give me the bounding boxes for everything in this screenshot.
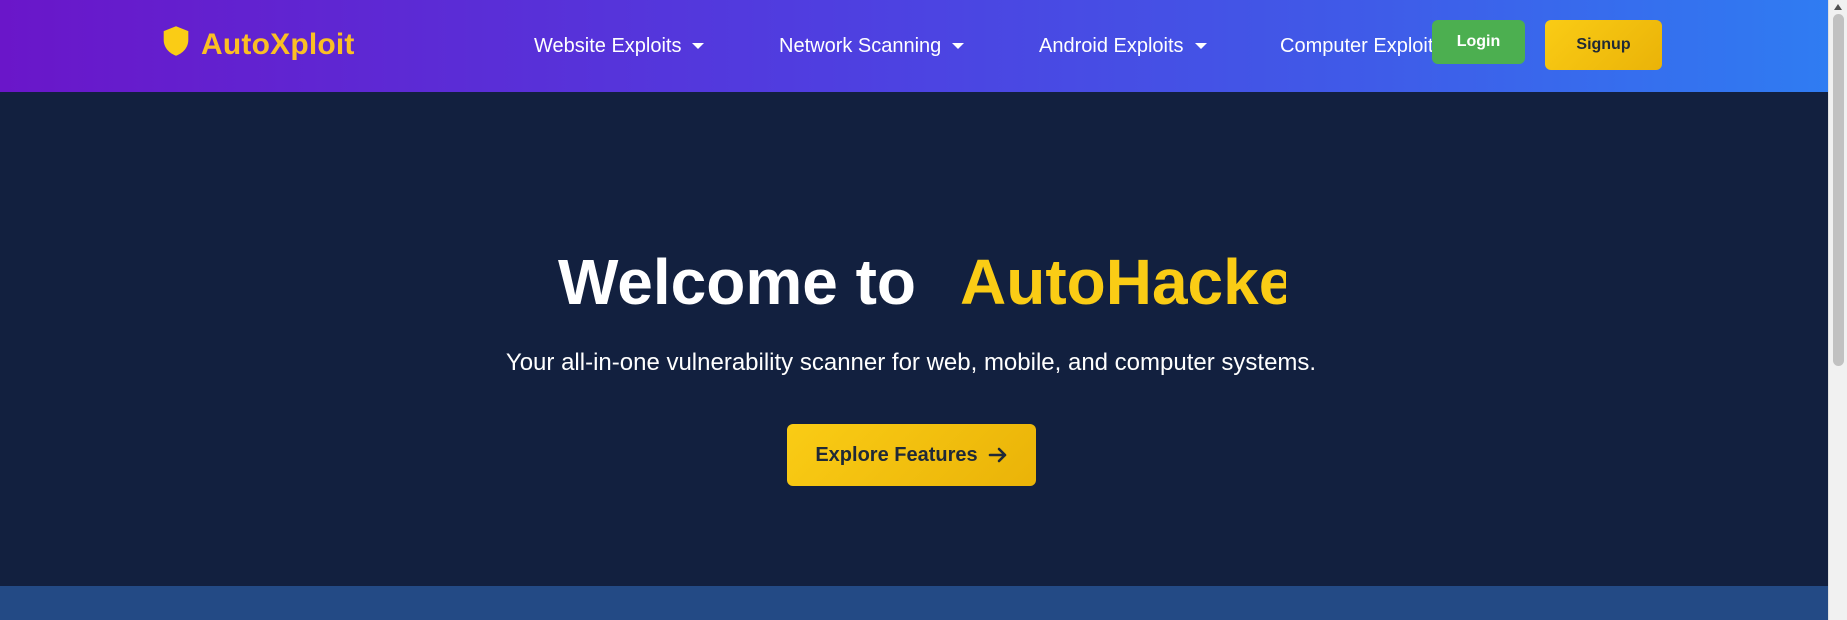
login-button[interactable]: Login — [1432, 20, 1525, 64]
scrollbar-thumb[interactable] — [1833, 14, 1844, 366]
nav-label: Computer Exploits — [1280, 34, 1444, 57]
caret-down-icon — [952, 43, 965, 49]
shield-icon — [161, 25, 191, 65]
hero-section: Welcome to AutoHacker Your all-in-one vu… — [0, 92, 1828, 586]
headline-accent: AutoHacker — [960, 246, 1286, 318]
next-section-edge — [0, 586, 1828, 620]
scroll-up-arrow-icon[interactable] — [1834, 4, 1842, 10]
nav-network-scanning[interactable]: Network Scanning — [779, 30, 965, 62]
nav-label: Android Exploits — [1039, 34, 1184, 57]
cta-label: Explore Features — [815, 443, 978, 466]
vertical-scrollbar[interactable] — [1828, 0, 1847, 620]
brand-name: AutoXploit — [201, 28, 355, 61]
explore-features-button[interactable]: Explore Features — [787, 424, 1036, 486]
page: AutoXploit Website Exploits Network Scan… — [0, 0, 1847, 620]
brand-logo[interactable]: AutoXploit — [161, 25, 355, 65]
headline-prefix: Welcome to — [558, 246, 916, 318]
arrow-right-icon — [988, 447, 1006, 463]
nav-label: Website Exploits — [534, 34, 682, 57]
signup-button[interactable]: Signup — [1545, 20, 1662, 70]
navbar: AutoXploit Website Exploits Network Scan… — [0, 0, 1828, 92]
hero-headline: Welcome to AutoHacker — [558, 242, 1286, 322]
caret-down-icon — [1194, 43, 1207, 49]
hero-subtitle: Your all-in-one vulnerability scanner fo… — [505, 349, 1317, 376]
nav-label: Network Scanning — [779, 34, 942, 57]
nav-website-exploits[interactable]: Website Exploits — [534, 30, 705, 62]
caret-down-icon — [692, 43, 705, 49]
nav-android-exploits[interactable]: Android Exploits — [1039, 30, 1208, 62]
